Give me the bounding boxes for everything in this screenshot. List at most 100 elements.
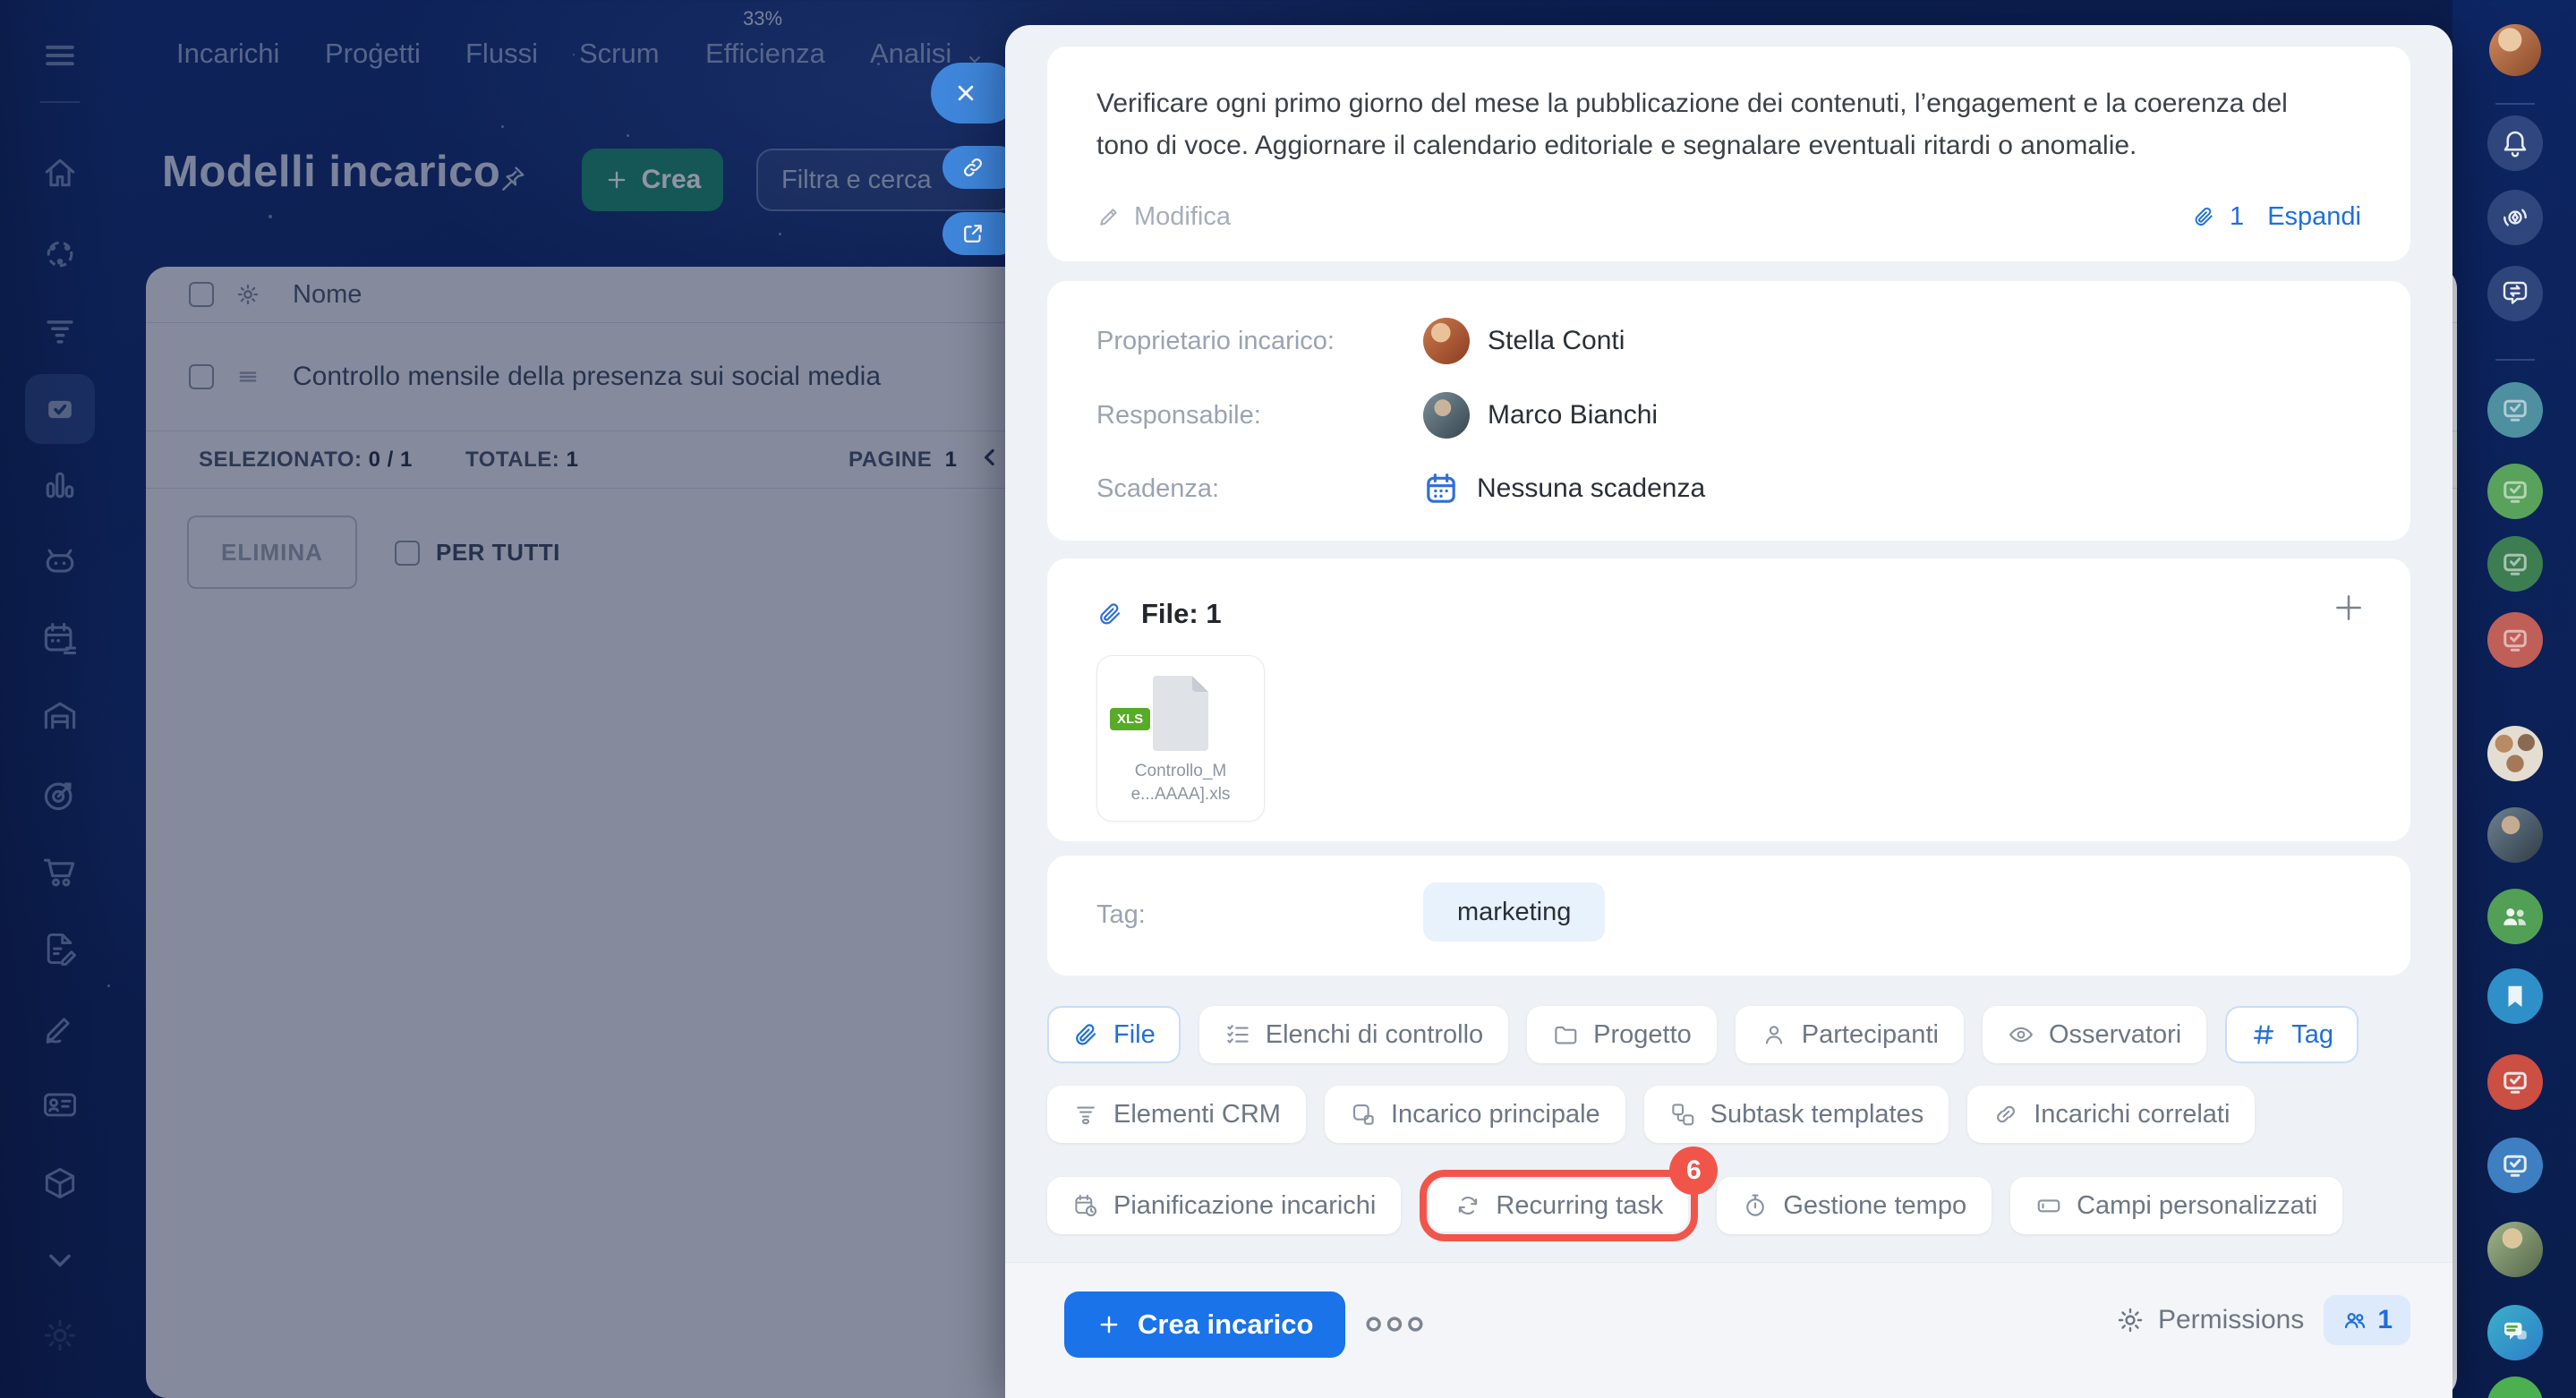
attachments-count: 1 [2230,201,2245,231]
feature-tabs-row-1: File Elenchi di controllo Progetto Parte… [1047,1006,2410,1063]
task-check-icon [2503,1071,2527,1094]
tab-observers[interactable]: Osservatori [1982,1006,2207,1063]
feature-tabs-row-3: Pianificazione incarichi Recurring task … [1047,1147,2410,1241]
repeat-icon [1459,1197,1478,1215]
project-button-red-2[interactable] [2487,1054,2543,1110]
expand-link[interactable]: Espandi [2267,202,2361,232]
member-avatar[interactable] [2487,807,2543,863]
ellipsis-icon [1366,1317,1423,1332]
people-icon [2503,908,2526,925]
sidebar-divider [2495,103,2535,105]
calendar-clock-icon [1075,1194,1096,1216]
project-button-green[interactable] [2487,464,2543,519]
description-card: Verificare ogni primo giorno del mese la… [1047,47,2410,261]
owner-name: Stella Conti [1488,326,1625,355]
tab-main-task[interactable]: Incarico principale [1324,1086,1625,1143]
feature-tabs-row-2: Elementi CRM Incarico principale Subtask… [1047,1086,2410,1143]
tab-file[interactable]: File [1047,1006,1181,1063]
owner-label: Proprietario incarico: [1096,326,1335,355]
file-type-badge: XLS [1110,708,1151,730]
project-button-red[interactable] [2487,612,2543,668]
people-button[interactable] [2487,889,2543,944]
tag-card: Tag: marketing [1047,856,2410,976]
tab-task-planning[interactable]: Pianificazione incarichi [1047,1177,1402,1234]
main-task-icon [1352,1104,1374,1125]
pencil-icon [1100,209,1117,226]
tag-chip-marketing[interactable]: marketing [1423,882,1606,942]
gear-icon [2118,1308,2143,1333]
tab-subtask-templates[interactable]: Subtask templates [1643,1086,1949,1143]
owner-avatar [1423,318,1470,364]
tab-time-management[interactable]: Gestione tempo [1717,1177,1992,1234]
task-check-icon [2503,481,2527,503]
files-title: File: 1 [1141,598,1222,629]
user-avatar[interactable] [2489,24,2541,76]
person-icon [1765,1026,1782,1044]
task-check-icon [2503,1155,2527,1177]
plus-icon [1100,1316,1118,1334]
paperclip-icon [1076,1024,1096,1045]
responsible-value[interactable]: Marco Bianchi [1423,392,1658,439]
create-task-button[interactable]: Crea incarico [1064,1291,1346,1358]
add-file-button[interactable] [2332,591,2366,625]
due-label: Scadenza: [1096,473,1220,503]
tab-checklists[interactable]: Elenchi di controllo [1198,1006,1509,1063]
ai-sparkle-icon [2503,209,2527,226]
project-button-blue[interactable] [2487,1138,2543,1193]
tab-crm-elements[interactable]: Elementi CRM [1047,1086,1306,1143]
tab-custom-fields[interactable]: Campi personalizzati [2010,1177,2343,1234]
paperclip-icon [2195,207,2213,226]
responsible-avatar [1423,392,1470,439]
files-card: File: 1 XLS Controllo_M e...AAAA].xls [1047,558,2410,841]
task-check-icon [2503,399,2527,422]
edit-description-link[interactable]: Modifica [1096,202,1231,232]
task-template-modal: Verificare ogni primo giorno del mese la… [1005,25,2452,1398]
task-check-icon [2503,553,2527,575]
messages-button[interactable] [2487,266,2543,321]
recurring-task-highlight: Recurring task 6 [1420,1147,1719,1241]
tab-related-tasks[interactable]: Incarichi correlati [1967,1086,2256,1143]
due-value[interactable]: Nessuna scadenza [1423,471,1705,507]
ai-assistant-button[interactable] [2487,190,2543,245]
tab-tag[interactable]: Tag [2225,1006,2358,1063]
more-actions-button[interactable] [1363,1306,1426,1345]
tag-label: Tag: [1096,900,1146,929]
bookmark-button[interactable] [2487,968,2543,1024]
responsible-label: Responsabile: [1096,400,1261,430]
project-button-darkgreen[interactable] [2487,536,2543,592]
tab-recurring-task[interactable]: Recurring task [1429,1180,1689,1232]
file-attachment-tile[interactable]: XLS Controllo_M e...AAAA].xls [1096,655,1265,822]
details-card: Proprietario incarico: Stella Conti Resp… [1047,281,2410,541]
chain-link-icon [1997,1105,2016,1123]
file-name: Controllo_M e...AAAA].xls [1130,762,1231,804]
sidebar-divider [2495,359,2535,361]
paperclip-icon [1100,603,1121,625]
project-button-partial[interactable] [2487,1377,2543,1398]
eye-icon [2009,1027,2033,1043]
permissions-count-pill[interactable]: 1 [2324,1295,2410,1345]
right-sidebar [2452,0,2576,1398]
team-avatar-group[interactable] [2487,726,2543,781]
tab-participants[interactable]: Partecipanti [1735,1006,1964,1063]
bookmark-icon [2508,985,2522,1007]
description-text: Verificare ogni primo giorno del mese la… [1096,89,2288,160]
subtask-icon [1671,1104,1693,1126]
project-button-teal[interactable] [2487,382,2543,438]
chat-exchange-icon [2503,281,2528,304]
crm-icon [1077,1106,1095,1125]
file-document-icon [1153,676,1208,751]
responsible-name: Marco Bianchi [1488,400,1659,430]
owner-value[interactable]: Stella Conti [1423,318,1625,364]
permissions-link[interactable]: Permissions [2115,1305,2304,1335]
link-icon [964,158,982,176]
chat-bubbles-icon [2504,1322,2527,1340]
task-check-icon [2503,629,2527,652]
chat-button[interactable] [2487,1305,2543,1360]
member-avatar-2[interactable] [2487,1222,2543,1277]
due-text: Nessuna scadenza [1477,473,1706,503]
tab-project[interactable]: Progetto [1527,1006,1717,1063]
input-field-icon [2037,1199,2060,1213]
modal-footer: Crea incarico Permissions 1 [1005,1262,2452,1398]
calendar-icon [1427,473,1455,503]
notifications-button[interactable] [2487,115,2543,171]
